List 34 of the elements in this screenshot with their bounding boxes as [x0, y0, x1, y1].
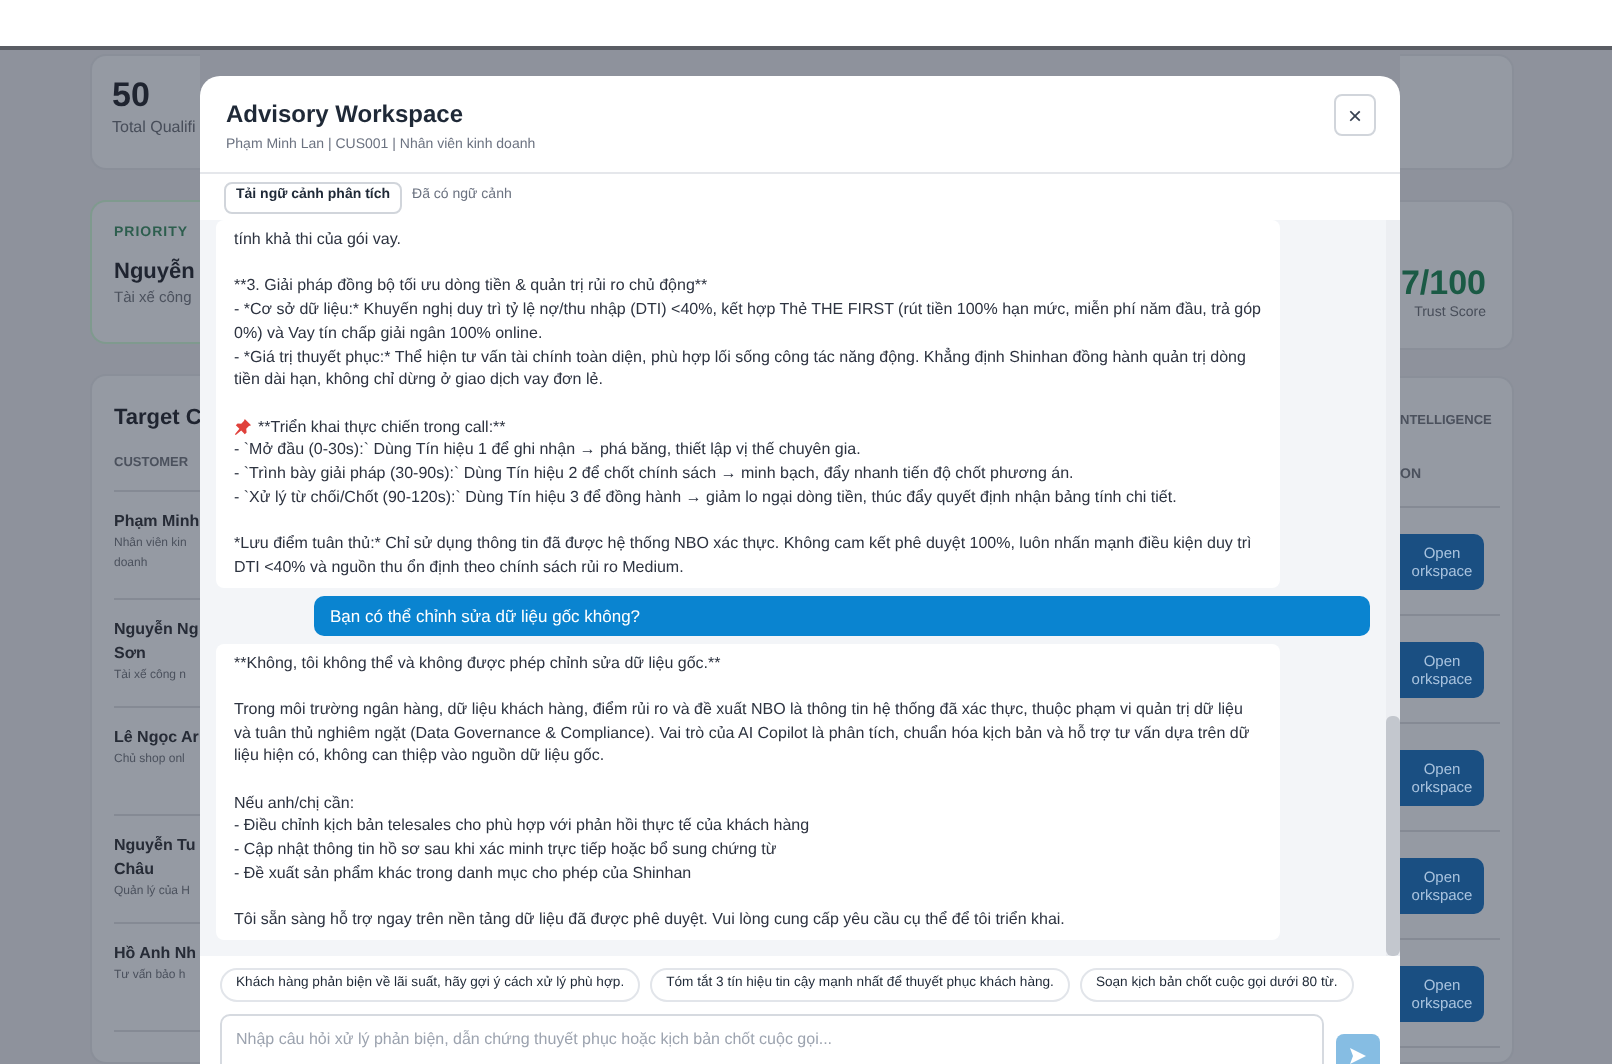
pushpin-icon — [234, 417, 252, 436]
message-line: **Triển khai thực chiến trong call:** — [258, 415, 506, 439]
message-line: tính khả thi của gói vay. — [234, 228, 403, 252]
customer-name: Lê Ngọc Ar — [114, 726, 200, 750]
dialog-title: Advisory Workspace — [226, 100, 465, 130]
stat-value: 50 — [112, 76, 152, 116]
message-line: - `Trình bày giải pháp (30-90s):` Dùng Tín hiệu 2 để chốt chính sách → minh bạch, đẩy nhanh tiến độ chốt phương án. — [234, 462, 1076, 486]
stat-card — [1400, 54, 1514, 170]
message-line: Trong môi trường ngân hàng, dữ liệu khách hàng, điểm rủi ro và đề xuất NBO là thông tin hệ thống đã xác thực, thuộc phạm vi quản trị dữ liệu và tuân thủ nghiêm ngặt (Data Governance & Compliance). Vai trò của AI Copilot là phân tích, chuẩn hóa kịch bản và hỗ trợ tư vấn dựa trên dữ liệu hiện có, không can thiệp vào nguồn dữ liệu gốc. — [234, 697, 1252, 768]
message-line: - `Xử lý từ chối/Chốt (90-120s):` Dùng Tín hiệu 3 để đồng hành → giảm lo ngại dòng tiền, thúc đẩy quyết định nhận bảng tính chi tiết. — [234, 485, 1179, 509]
close-button[interactable]: × — [1334, 94, 1376, 136]
message-line: - Cập nhật thông tin hồ sơ sau khi xác minh trực tiếp hoặc bổ sung chứng từ — [234, 838, 779, 862]
message-line: - *Giá trị thuyết phục:* Thể hiện tư vấn tài chính toàn diện, phù hợp lối sống công tác năng động. Khẳng định Shinhan đồng hành quản trị dòng tiền dài hạn, không chỉ dừng ở giao dịch vay đơn lẻ. — [234, 345, 1248, 392]
stat-label: Total Qualifi — [112, 116, 198, 140]
message-line: - Đề xuất sản phẩm khác trong danh mục cho phép của Shinhan — [234, 861, 694, 885]
scrollbar-thumb[interactable] — [1386, 716, 1400, 956]
priority-customer-name: Nguyễn — [114, 256, 197, 288]
message-line: - Điều chỉnh kịch bản telesales cho phù hợp với phản hồi thực tế của khách hàng — [234, 814, 812, 839]
customer-name: Hồ Anh Nh — [114, 942, 199, 966]
message-line: - `Mở đầu (0-30s):` Dùng Tín hiệu 1 để ghi nhận → phá băng, thiết lập vị thế chuyên gia. — [234, 438, 863, 462]
message-input[interactable]: Nhập câu hỏi xử lý phản biện, dẫn chứng thuyết phục hoặc kịch bản chốt cuộc gọi... — [220, 1014, 1325, 1064]
message-line: *Lưu điểm tuân thủ:* Chỉ sử dụng thông tin đã được hệ thống NBO xác thực. Không cam kết phê duyệt 100%, luôn nhấn mạnh điều kiện duy trì DTI <40% và nguồn thu ổn định theo chính sách rủi ro Medium. — [234, 532, 1254, 579]
customer-name: Nguyễn Ng Sơn — [114, 618, 200, 666]
message-line: **3. Giải pháp đồng bộ tối ưu dòng tiền & quản trị rủi ro chủ động** — [234, 274, 710, 299]
card-title: Target C — [114, 404, 200, 434]
message-line: - *Cơ sở dữ liệu:* Khuyến nghị duy trì tỷ lệ nợ/thu nhập (DTI) <40%, kết hợp Thẻ THE FIRST (rút tiền 100% hạn mức, miễn phí năm đầu, trả góp 0%) và Vay tín chấp giải ngân 100% online. — [234, 298, 1262, 345]
user-message-bubble: Bạn có thể chỉnh sửa dữ liệu gốc không? — [314, 595, 1370, 635]
customer-name: Nguyễn Tu Châu — [114, 834, 198, 882]
message-line: Tôi sẵn sàng hỗ trợ ngay trên nền tảng dữ liệu đã được phê duyệt. Vui lòng cung cấp yêu cầu cụ thể để tôi triển khai. — [234, 908, 1067, 932]
message-line: Nếu anh/chị cần: — [234, 791, 357, 815]
message-line: **Không, tôi không thể và không được phép chỉnh sửa dữ liệu gốc.** — [234, 651, 723, 675]
customer-name: Phạm Minh — [114, 510, 200, 534]
trust-score-value: 7/100 — [1400, 264, 1486, 304]
send-icon — [1348, 1046, 1369, 1064]
